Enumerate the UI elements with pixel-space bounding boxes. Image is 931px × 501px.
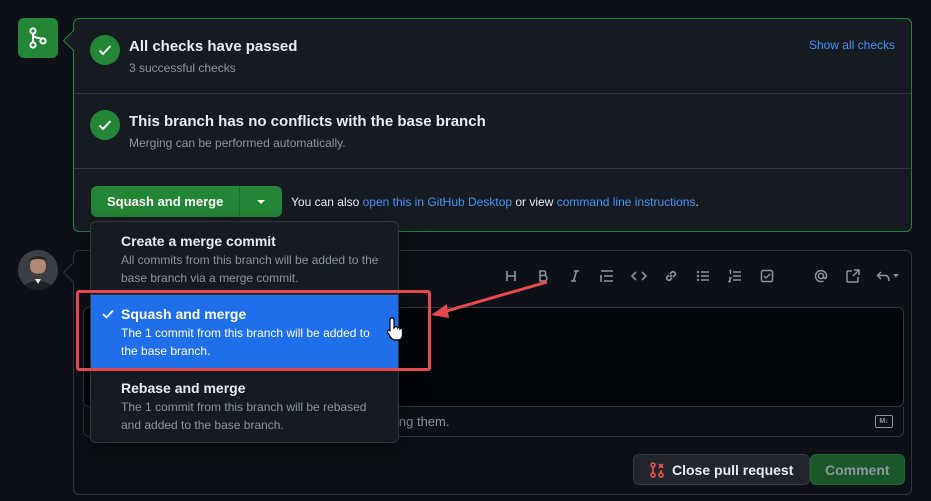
cli-instructions-link[interactable]: command line instructions (557, 195, 696, 209)
menu-item-description: All commits from this branch will be add… (121, 253, 379, 285)
menu-item-title: Create a merge commit (121, 233, 276, 249)
also-suffix: . (695, 195, 699, 209)
show-all-checks-link[interactable]: Show all checks (809, 38, 895, 52)
user-photo-icon (18, 250, 58, 290)
check-icon (90, 35, 120, 65)
link-icon[interactable] (655, 264, 687, 288)
comment-button[interactable]: Comment (810, 454, 905, 485)
avatar[interactable] (18, 250, 58, 290)
git-merge-icon (29, 27, 47, 49)
menu-item-description: The 1 commit from this branch will be re… (121, 400, 367, 432)
close-pull-request-label: Close pull request (672, 461, 794, 478)
markdown-toolbar (495, 264, 907, 288)
git-pull-request-closed-icon (650, 461, 664, 478)
triangle-down-icon (257, 199, 266, 204)
reference-icon[interactable] (837, 264, 869, 288)
divider (74, 93, 911, 94)
annotation-arrow-icon (431, 280, 548, 318)
merge-options-caret[interactable] (240, 186, 283, 217)
checks-subtitle: 3 successful checks (129, 61, 236, 75)
hand-cursor-icon (386, 317, 404, 341)
also-text: You can also open this in GitHub Desktop… (291, 195, 699, 209)
mention-icon[interactable] (805, 264, 837, 288)
merge-status-icon (18, 18, 58, 58)
annotation-highlight-box (76, 290, 431, 371)
merge-box: All checks have passed 3 successful chec… (73, 18, 912, 232)
conflicts-title: This branch has no conflicts with the ba… (129, 113, 486, 130)
attach-hint: ing them. (396, 414, 450, 429)
also-middle: or view (512, 195, 557, 209)
also-prefix: You can also (291, 195, 363, 209)
checks-title: All checks have passed (129, 38, 298, 55)
open-desktop-link[interactable]: open this in GitHub Desktop (363, 195, 512, 209)
italic-icon[interactable] (559, 264, 591, 288)
unordered-list-icon[interactable] (687, 264, 719, 288)
reply-icon[interactable] (869, 264, 907, 288)
merge-split-button: Squash and merge (91, 186, 283, 217)
conflicts-subtitle: Merging can be performed automatically. (129, 136, 346, 150)
ordered-list-icon[interactable] (719, 264, 751, 288)
menu-item-title: Rebase and merge (121, 380, 246, 396)
code-icon[interactable] (623, 264, 655, 288)
menu-item-rebase-and-merge[interactable]: Rebase and merge The 1 commit from this … (91, 369, 398, 442)
check-icon (90, 110, 120, 140)
menu-item-merge-commit[interactable]: Create a merge commit All commits from t… (91, 222, 398, 294)
task-list-icon[interactable] (751, 264, 783, 288)
squash-and-merge-button[interactable]: Squash and merge (91, 186, 241, 217)
divider (74, 168, 911, 169)
close-pull-request-button[interactable]: Close pull request (633, 454, 811, 485)
quote-icon[interactable] (591, 264, 623, 288)
markdown-icon: M↓ (875, 415, 893, 428)
